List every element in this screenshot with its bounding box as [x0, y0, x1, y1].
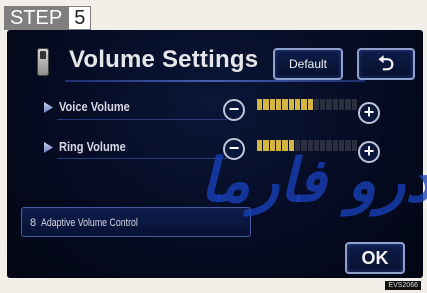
watermark-text: ﺩﺭﻭ ﻓﺎﺭﻣﺎ [200, 146, 427, 216]
volume-segment [332, 99, 339, 110]
step-badge: STEP 5 [4, 6, 92, 30]
back-button[interactable]: ⮌ [357, 48, 415, 80]
voice-volume-decrease-button[interactable]: − [223, 99, 245, 121]
volume-segment [313, 99, 320, 110]
page-title: Volume Settings [69, 46, 259, 73]
voice-volume-increase-button[interactable]: + [358, 102, 380, 124]
default-button[interactable]: Default [273, 48, 343, 80]
volume-segment [339, 99, 345, 110]
volume-segment [345, 99, 351, 110]
volume-segment [294, 99, 301, 110]
volume-segment [326, 99, 332, 110]
ring-volume-arrow-icon [44, 142, 53, 153]
voice-volume-label: Voice Volume [59, 99, 130, 114]
volume-segment [269, 99, 275, 110]
volume-segment [282, 99, 288, 110]
image-code: EVS2066 [385, 281, 421, 290]
phone-icon [37, 48, 49, 76]
volume-segment [307, 99, 313, 110]
volume-segment [288, 99, 294, 110]
voice-volume-divider [57, 119, 227, 120]
step-label: STEP [4, 6, 69, 30]
adaptive-indicator: 8 [30, 217, 37, 229]
ok-button[interactable]: OK [345, 242, 405, 274]
volume-segment [301, 99, 307, 110]
volume-segment [320, 99, 326, 110]
voice-volume-level-bar [257, 99, 357, 110]
step-number: 5 [68, 6, 92, 30]
ring-volume-label: Ring Volume [59, 139, 126, 154]
back-arrow-icon: ⮌ [377, 53, 395, 75]
volume-segment [351, 99, 357, 110]
volume-segment [257, 99, 263, 110]
adaptive-volume-control-label: Adaptive Volume Control [41, 217, 138, 229]
volume-segment [275, 99, 282, 110]
voice-volume-arrow-icon [44, 102, 53, 113]
title-divider [65, 80, 365, 82]
volume-segment [263, 99, 269, 110]
